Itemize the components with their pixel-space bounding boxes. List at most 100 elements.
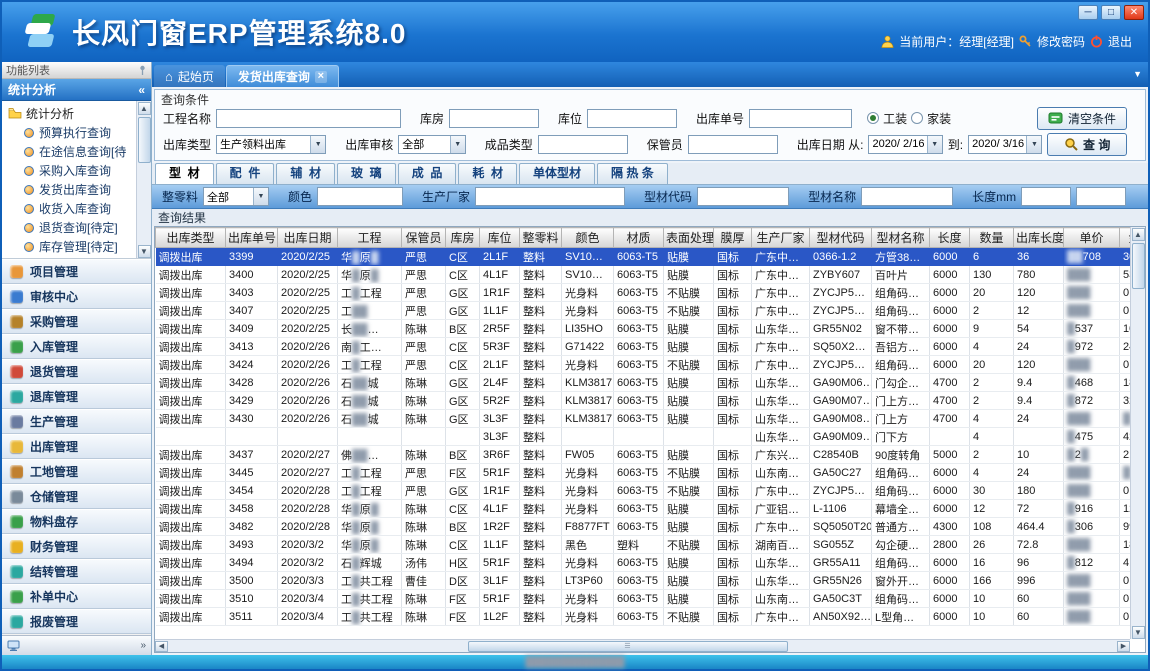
column-header-project[interactable]: 工程 (338, 228, 402, 248)
chevron-down-icon[interactable]: ▼ (927, 136, 942, 153)
table-row[interactable]: 调拨出库34372020/2/27佛██…陈琳B区3R6F整料FW056063-… (156, 446, 1147, 464)
change-password-link[interactable]: 修改密码 (1037, 33, 1085, 50)
profile-code-input[interactable] (697, 187, 789, 206)
tree-item[interactable]: 在途信息查询[待 (8, 142, 136, 161)
column-header-out-type[interactable]: 出库类型 (156, 228, 226, 248)
table-row[interactable]: 3L3F整料山东华…GA90M09…门下方4█475423 (156, 428, 1147, 446)
sidebar-item-10[interactable]: 仓储管理 (2, 484, 151, 509)
warehouse-input[interactable] (449, 109, 539, 128)
sidebar-item-7[interactable]: 生产管理 (2, 409, 151, 434)
table-row[interactable]: 调拨出库34302020/2/26石██城陈琳G区3L3F整料KLM381760… (156, 410, 1147, 428)
tree-root-statistics[interactable]: 统计分析 (8, 103, 136, 123)
tree-item[interactable]: 收货入库查询 (8, 199, 136, 218)
column-header-keeper[interactable]: 保管员 (402, 228, 446, 248)
column-header-out-length[interactable]: 出库长度 (1014, 228, 1064, 248)
material-tab-4[interactable]: 玻 璃 (337, 163, 396, 184)
column-header-surface-treatment[interactable]: 表面处理 (664, 228, 714, 248)
maximize-button[interactable]: □ (1101, 5, 1121, 20)
sidebar-item-3[interactable]: 采购管理 (2, 309, 151, 334)
table-vertical-scrollbar[interactable]: ▲ ▼ (1130, 227, 1145, 639)
length-max-input[interactable] (1076, 187, 1126, 206)
scroll-thumb[interactable] (138, 117, 151, 163)
home-decor-radio[interactable] (911, 112, 923, 124)
pin-icon[interactable] (138, 65, 147, 75)
material-tab-3[interactable]: 辅 材 (276, 163, 335, 184)
out-type-select[interactable]: 生产领料出库 ▼ (216, 135, 326, 154)
factory-input[interactable] (475, 187, 625, 206)
scroll-thumb[interactable] (1132, 243, 1145, 289)
keeper-input[interactable] (688, 135, 778, 154)
column-header-manufacturer[interactable]: 生产厂家 (752, 228, 810, 248)
column-header-film-thickness[interactable]: 膜厚 (714, 228, 752, 248)
table-row[interactable]: 调拨出库34582020/2/28华█原█陈琳C区4L1F整料光身料6063-T… (156, 500, 1147, 518)
chevron-down-icon[interactable]: ▼ (450, 136, 465, 153)
sidebar-item-15[interactable]: 报废管理 (2, 609, 151, 634)
sidebar-item-14[interactable]: 补单中心 (2, 584, 151, 609)
table-row[interactable]: 调拨出库34002020/2/25华█原█严思C区4L1F整料SV10…6063… (156, 266, 1147, 284)
logout-link[interactable]: 退出 (1108, 33, 1132, 50)
column-header-location[interactable]: 库位 (480, 228, 520, 248)
material-tab-5[interactable]: 成 品 (398, 163, 457, 184)
table-row[interactable]: 调拨出库34542020/2/28工█工程严思G区1R1F整料光身料6063-T… (156, 482, 1147, 500)
column-header-material[interactable]: 材质 (614, 228, 664, 248)
order-no-input[interactable] (749, 109, 852, 128)
scroll-up-icon[interactable]: ▲ (138, 102, 151, 115)
tree-item[interactable]: 退货查询[待定] (8, 218, 136, 237)
table-row[interactable]: 调拨出库35002020/3/3工█共工程曹佳D区3L1F整料LT3P60606… (156, 572, 1147, 590)
length-min-input[interactable] (1021, 187, 1071, 206)
tab-overflow-caret-icon[interactable]: ▼ (1133, 69, 1142, 79)
column-header-length[interactable]: 长度 (930, 228, 970, 248)
table-row[interactable]: 调拨出库33992020/2/25华█原█严思C区2L1F整料SV10…6063… (156, 248, 1147, 266)
search-button[interactable]: 查 询 (1047, 133, 1127, 156)
scroll-up-icon[interactable]: ▲ (1132, 228, 1145, 241)
sidebar-item-6[interactable]: 退库管理 (2, 384, 151, 409)
tree-item[interactable]: 发货出库查询 (8, 180, 136, 199)
sidebar-item-4[interactable]: 入库管理 (2, 334, 151, 359)
material-tab-6[interactable]: 耗 材 (458, 163, 517, 184)
project-name-input[interactable] (216, 109, 401, 128)
sidebar-item-11[interactable]: 物料盘存 (2, 509, 151, 534)
close-button[interactable]: ✕ (1124, 5, 1144, 20)
sidebar-item-12[interactable]: 财务管理 (2, 534, 151, 559)
material-tab-1[interactable]: 型 材 (155, 163, 214, 184)
column-header-profile-name[interactable]: 型材名称 (872, 228, 930, 248)
table-row[interactable]: 调拨出库35102020/3/4工█共工程陈琳F区5R1F整料光身料6063-T… (156, 590, 1147, 608)
table-row[interactable]: 调拨出库34282020/2/26石██城陈琳G区2L4F整料KLM381760… (156, 374, 1147, 392)
sidebar-item-5[interactable]: 退货管理 (2, 359, 151, 384)
table-row[interactable]: 调拨出库34242020/2/26工█工程严思C区2L1F整料光身料6063-T… (156, 356, 1147, 374)
date-to-picker[interactable]: 2020/ 3/16 ▼ (968, 135, 1042, 154)
table-row[interactable]: 调拨出库35112020/3/4工█共工程陈琳F区1L2F整料光身料6063-T… (156, 608, 1147, 626)
column-header-order-no[interactable]: 出库单号 (226, 228, 278, 248)
scroll-right-icon[interactable]: ▶ (1117, 641, 1130, 652)
column-header-out-date[interactable]: 出库日期 (278, 228, 338, 248)
tab-close-icon[interactable]: × (315, 71, 327, 83)
sidebar-item-13[interactable]: 结转管理 (2, 559, 151, 584)
column-header-whole-part[interactable]: 整零料 (520, 228, 562, 248)
tree-item[interactable]: 库存管理[待定] (8, 237, 136, 256)
footer-expand-icon[interactable]: » (140, 640, 146, 651)
collapse-icon[interactable]: « (138, 83, 145, 97)
color-input[interactable] (317, 187, 403, 206)
material-tab-2[interactable]: 配 件 (216, 163, 275, 184)
sidebar-item-2[interactable]: 审核中心 (2, 284, 151, 309)
profile-name-input[interactable] (861, 187, 953, 206)
work-decor-radio[interactable] (867, 112, 879, 124)
sidebar-item-8[interactable]: 出库管理 (2, 434, 151, 459)
chevron-down-icon[interactable]: ▼ (310, 136, 325, 153)
scroll-thumb[interactable]: ☰ (468, 641, 788, 652)
column-header-profile-code[interactable]: 型材代码 (810, 228, 872, 248)
table-row[interactable]: 调拨出库34132020/2/26南█工…严思C区5R3F整料G71422606… (156, 338, 1147, 356)
table-row[interactable]: 调拨出库34292020/2/26石██城陈琳G区5R2F整料KLM381760… (156, 392, 1147, 410)
table-row[interactable]: 调拨出库34072020/2/25工██严思G区1L1F整料光身料6063-T5… (156, 302, 1147, 320)
table-row[interactable]: 调拨出库34942020/3/2石█辉城汤伟H区5R1F整料光身料6063-T5… (156, 554, 1147, 572)
tree-item[interactable]: 采购入库查询 (8, 161, 136, 180)
table-row[interactable]: 调拨出库34092020/2/25长██…陈琳B区2R5F整料LI35HO606… (156, 320, 1147, 338)
clear-conditions-button[interactable]: 清空条件 (1037, 107, 1127, 130)
table-horizontal-scrollbar[interactable]: ◀ ☰ ▶ (155, 639, 1130, 652)
table-row[interactable]: 调拨出库34032020/2/25工█工程严思G区1R1F整料光身料6063-T… (156, 284, 1147, 302)
table-row[interactable]: 调拨出库34822020/2/28华█原█陈琳B区1R2F整料F8877FT60… (156, 518, 1147, 536)
column-header-color[interactable]: 颜色 (562, 228, 614, 248)
sidebar-section-statistics[interactable]: 统计分析 « (2, 79, 151, 101)
scroll-down-icon[interactable]: ▼ (1132, 626, 1145, 639)
minimize-button[interactable]: ─ (1078, 5, 1098, 20)
